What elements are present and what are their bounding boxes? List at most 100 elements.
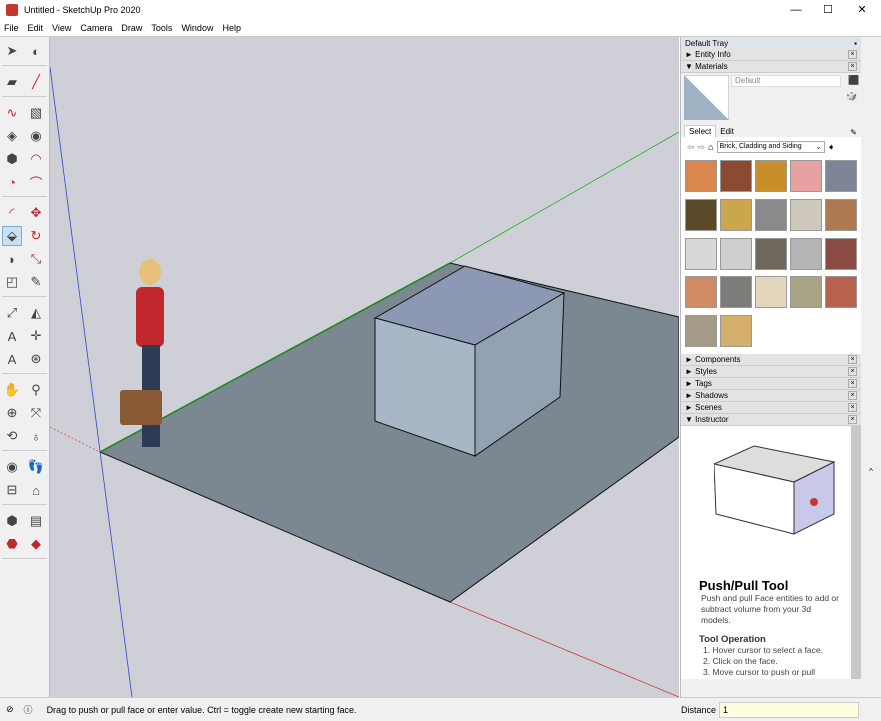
minimize-button[interactable]: — (779, 0, 813, 20)
zoom-window-tool-icon[interactable]: ⊕ (2, 403, 22, 423)
dimension-tool-icon[interactable]: ⤢ (2, 303, 22, 323)
paint-bucket-tool-icon[interactable]: ◐ (26, 41, 46, 61)
material-swatch[interactable] (790, 276, 822, 309)
zoom-tool-icon[interactable]: ⚲ (26, 380, 46, 400)
walk-tool-icon[interactable]: 👣 (26, 457, 46, 477)
material-swatch[interactable] (755, 198, 787, 231)
3d-viewport[interactable] (50, 37, 679, 697)
material-swatch[interactable] (790, 160, 822, 192)
arc-2point-tool-icon[interactable]: ◜ (2, 203, 22, 223)
tape-measure-tool-icon[interactable]: ✎ (26, 272, 46, 292)
orbit-tool-icon[interactable]: ⊛ (26, 349, 46, 369)
panel-scenes[interactable]: ► Scenes × (681, 402, 861, 414)
move-tool-icon[interactable]: ✥ (26, 203, 46, 223)
material-swatch[interactable] (720, 315, 752, 348)
menu-help[interactable]: Help (222, 23, 241, 33)
material-swatch[interactable] (685, 237, 717, 270)
material-swatch[interactable] (720, 237, 752, 270)
previous-tool-icon[interactable]: ⟲ (2, 426, 22, 446)
offset-tool-icon[interactable]: ◰ (2, 272, 22, 292)
material-swatch[interactable] (685, 198, 717, 231)
circle-tool-icon[interactable]: ◉ (26, 126, 46, 146)
follow-me-tool-icon[interactable]: ◗ (2, 249, 22, 269)
menu-edit[interactable]: Edit (28, 23, 44, 33)
measurements-input[interactable]: 1 (719, 701, 859, 718)
close-icon[interactable]: × (848, 355, 857, 364)
forward-arrow-icon[interactable]: ⇨ (698, 142, 706, 153)
menu-camera[interactable]: Camera (80, 23, 112, 33)
tab-edit[interactable]: Edit (716, 126, 738, 137)
rectangle-tool-icon[interactable]: ▧ (26, 103, 46, 123)
geolocation-icon[interactable]: ⊘ (6, 704, 14, 715)
panel-components[interactable]: ► Components × (681, 354, 861, 366)
create-material-icon[interactable]: 🎲 (846, 91, 857, 102)
menu-window[interactable]: Window (181, 23, 213, 33)
material-name-field[interactable]: Default (731, 75, 841, 87)
pie-tool-icon[interactable]: ◔ (2, 172, 22, 192)
home-icon[interactable]: ⌂ (708, 142, 713, 152)
close-icon[interactable]: × (848, 50, 857, 59)
panel-instructor[interactable]: ▼ Instructor × (681, 414, 861, 426)
maximize-button[interactable]: ☐ (811, 0, 845, 20)
ruby-tool-icon[interactable]: ◆ (26, 534, 46, 554)
rotated-rectangle-tool-icon[interactable]: ◈ (2, 126, 22, 146)
details-arrow-icon[interactable]: ➧ (828, 142, 836, 153)
tray-scrollbar[interactable]: ^ (861, 37, 881, 697)
material-swatch[interactable] (685, 160, 717, 192)
material-swatch[interactable] (755, 276, 787, 309)
material-swatch[interactable] (720, 160, 752, 192)
pin-icon[interactable]: ▪ (854, 39, 857, 48)
material-swatch[interactable] (755, 160, 787, 192)
arc-3point-tool-icon[interactable]: ⌒ (26, 172, 46, 192)
tab-select[interactable]: Select (684, 125, 717, 137)
collection-dropdown[interactable]: Brick, Cladding and Siding ⌄ (716, 141, 825, 153)
info-icon[interactable]: ⓘ (24, 703, 33, 716)
display-secondary-sampler-icon[interactable]: ⬛ (848, 75, 859, 86)
material-swatch[interactable] (790, 237, 822, 270)
menu-tools[interactable]: Tools (151, 23, 172, 33)
scroll-up-icon[interactable]: ^ (861, 467, 881, 476)
push-pull-tool-icon[interactable]: ⬙ (2, 226, 22, 246)
back-arrow-icon[interactable]: ⇦ (687, 142, 695, 153)
material-swatch[interactable] (790, 198, 822, 231)
close-icon[interactable]: × (848, 403, 857, 412)
polygon-tool-icon[interactable]: ⬢ (2, 149, 22, 169)
freehand-tool-icon[interactable]: ∿ (2, 103, 22, 123)
material-swatch[interactable] (825, 160, 857, 192)
look-around-tool-icon[interactable]: ◉ (2, 457, 22, 477)
3d-text-tool-icon[interactable]: A (2, 349, 22, 369)
panel-shadows[interactable]: ► Shadows × (681, 390, 861, 402)
menu-draw[interactable]: Draw (121, 23, 142, 33)
panel-materials[interactable]: ▼ Materials × (681, 61, 861, 73)
panel-entity-info[interactable]: ► Entity Info × (681, 49, 861, 61)
close-icon[interactable]: × (848, 379, 857, 388)
menu-view[interactable]: View (52, 23, 71, 33)
line-tool-icon[interactable]: ╱ (26, 72, 46, 92)
rotate-tool-icon[interactable]: ↻ (26, 226, 46, 246)
close-button[interactable]: ✕ (845, 0, 879, 20)
material-swatch[interactable] (685, 276, 717, 309)
position-camera-tool-icon[interactable]: ♁ (26, 426, 46, 446)
scale-tool-icon[interactable]: ⤡ (26, 249, 46, 269)
extension-warehouse-tool-icon[interactable]: ⬢ (2, 511, 22, 531)
text-tool-icon[interactable]: A (2, 326, 22, 346)
material-swatch[interactable] (685, 315, 717, 348)
close-icon[interactable]: × (848, 62, 857, 71)
material-swatch[interactable] (720, 276, 752, 309)
menu-file[interactable]: File (4, 23, 19, 33)
pan-tool-icon[interactable]: ✋ (2, 380, 22, 400)
material-swatch[interactable] (825, 198, 857, 231)
warehouse-tool-icon[interactable]: ⌂ (26, 480, 46, 500)
eraser-tool-icon[interactable]: ▰ (2, 72, 22, 92)
zoom-extents-tool-icon[interactable]: ⤧ (26, 403, 46, 423)
panel-styles[interactable]: ► Styles × (681, 366, 861, 378)
material-swatch[interactable] (825, 276, 857, 309)
material-swatch[interactable] (720, 198, 752, 231)
axes-tool-icon[interactable]: ✛ (26, 326, 46, 346)
material-swatch[interactable] (755, 237, 787, 270)
close-icon[interactable]: × (848, 391, 857, 400)
arc-tool-icon[interactable]: ◠ (26, 149, 46, 169)
close-icon[interactable]: × (848, 415, 857, 424)
select-tool-icon[interactable]: ➤ (2, 41, 22, 61)
panel-tags[interactable]: ► Tags × (681, 378, 861, 390)
